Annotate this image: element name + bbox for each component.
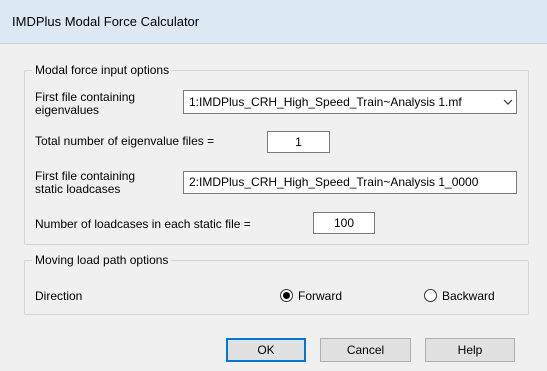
first-static-file-label: First file containing static loadcases (35, 170, 135, 196)
total-eigen-files-label: Total number of eigenvalue files = (35, 134, 215, 148)
num-loadcases-input[interactable]: 100 (313, 212, 375, 234)
direction-label: Direction (35, 289, 83, 303)
window-title: IMDPlus Modal Force Calculator (12, 14, 200, 29)
backward-label[interactable]: Backward (442, 289, 495, 303)
first-static-file-input[interactable]: 2:IMDPlus_CRH_High_Speed_Train~Analysis … (183, 171, 517, 194)
first-eigen-file-label: First file containing eigenvalues (35, 91, 135, 117)
forward-label[interactable]: Forward (298, 289, 342, 303)
cancel-button[interactable]: Cancel (320, 338, 411, 362)
moving-load-path-group: Moving load path options (24, 253, 529, 315)
first-eigen-file-value: 1:IMDPlus_CRH_High_Speed_Train~Analysis … (189, 95, 462, 109)
moving-load-path-legend: Moving load path options (35, 253, 169, 267)
first-eigen-file-label-line2: eigenvalues (35, 103, 100, 117)
modal-force-options-legend: Modal force input options (35, 63, 170, 77)
total-eigen-files-input[interactable]: 1 (267, 131, 330, 153)
backward-radio[interactable] (424, 289, 437, 302)
ok-button[interactable]: OK (226, 338, 306, 362)
first-static-file-value: 2:IMDPlus_CRH_High_Speed_Train~Analysis … (189, 175, 479, 189)
forward-radio[interactable] (280, 289, 293, 302)
help-button[interactable]: Help (425, 338, 515, 362)
chevron-down-icon[interactable] (499, 91, 516, 113)
num-loadcases-label: Number of loadcases in each static file … (35, 217, 251, 231)
title-bar: IMDPlus Modal Force Calculator (0, 0, 547, 44)
first-static-file-label-line2: static loadcases (35, 182, 121, 196)
first-eigen-file-dropdown[interactable]: 1:IMDPlus_CRH_High_Speed_Train~Analysis … (183, 90, 517, 114)
